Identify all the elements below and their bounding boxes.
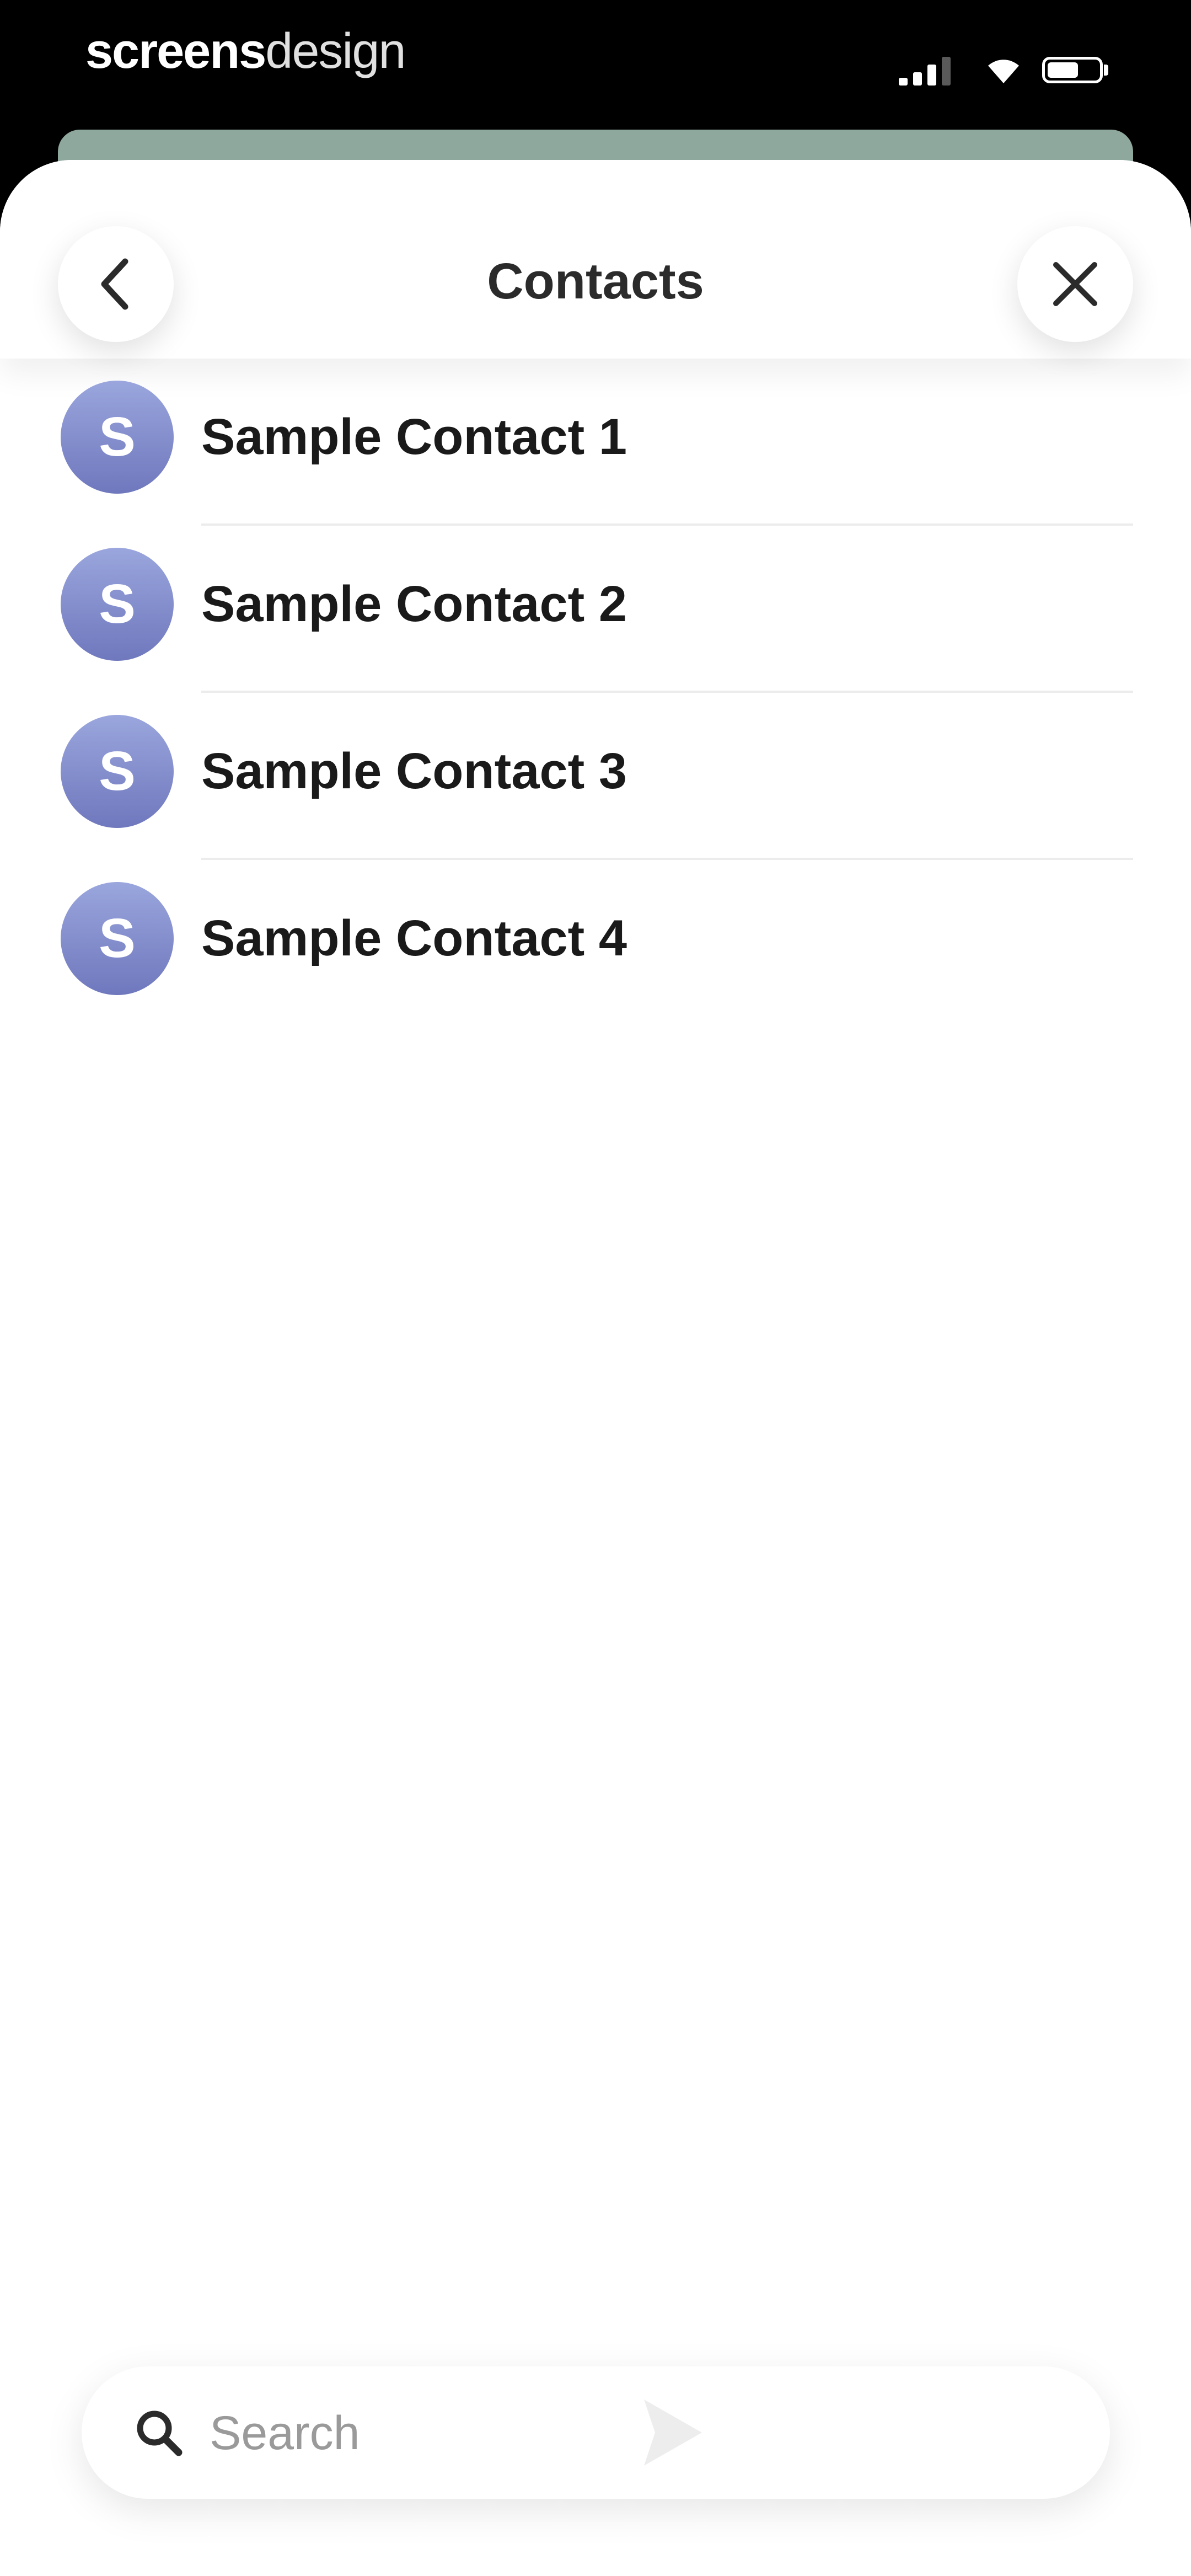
contact-row[interactable]: S Sample Contact 1 <box>0 359 1191 526</box>
contact-name: Sample Contact 1 <box>201 409 627 465</box>
avatar: S <box>61 715 174 828</box>
avatar: S <box>61 548 174 661</box>
contact-name: Sample Contact 3 <box>201 743 627 799</box>
contact-row[interactable]: S Sample Contact 2 <box>0 526 1191 693</box>
contact-name: Sample Contact 4 <box>201 910 627 966</box>
avatar: S <box>61 381 174 494</box>
search-input[interactable] <box>208 2399 1038 2467</box>
search-bar[interactable] <box>82 2366 1110 2499</box>
battery-icon <box>1042 57 1103 83</box>
contacts-sheet: Contacts S Sample Contact 1 S Sample Con… <box>0 160 1191 2576</box>
brand-logo-light: design <box>265 24 406 79</box>
contact-list: S Sample Contact 1 S Sample Contact 2 S … <box>0 359 1191 1027</box>
contact-name: Sample Contact 2 <box>201 576 627 632</box>
status-icons <box>899 52 1108 85</box>
close-icon <box>1053 262 1097 306</box>
search-icon <box>137 2411 183 2456</box>
close-button[interactable] <box>1017 226 1133 342</box>
wifi-icon <box>988 60 1019 83</box>
contact-row[interactable]: S Sample Contact 3 <box>0 693 1191 860</box>
avatar: S <box>61 882 174 995</box>
status-bar: screensdesign <box>0 0 1191 127</box>
brand-logo: screensdesign <box>85 23 406 80</box>
page-title: Contacts <box>487 253 704 309</box>
brand-logo-bold: screens <box>85 24 266 79</box>
contact-row[interactable]: S Sample Contact 4 <box>0 860 1191 1027</box>
send-icon <box>644 2399 702 2466</box>
cellular-signal-icon <box>899 52 959 85</box>
sheet-header: Contacts <box>0 160 1191 359</box>
